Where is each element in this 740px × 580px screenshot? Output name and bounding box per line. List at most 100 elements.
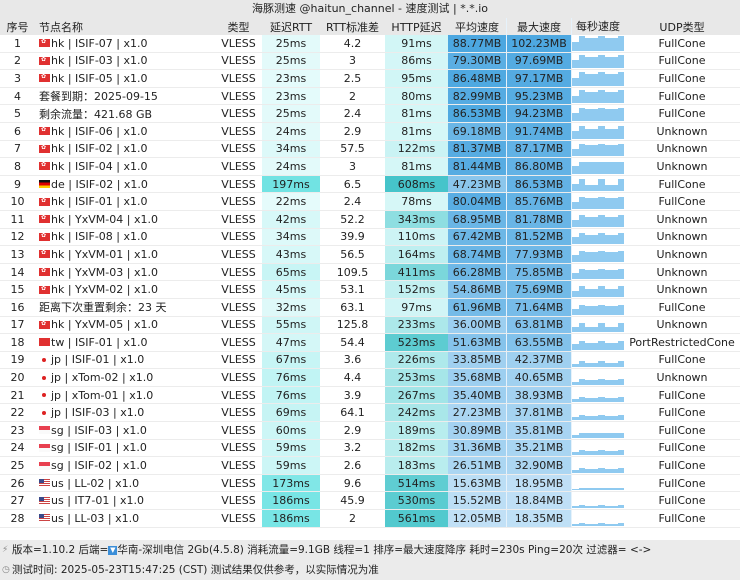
header-node-name[interactable]: 节点名称 [35, 18, 215, 35]
header-index[interactable]: 序号 [0, 18, 35, 35]
flag-hk-icon [39, 161, 50, 171]
cell-rtt: 45ms [262, 281, 320, 298]
flag-hk-icon [39, 267, 50, 277]
cell-http-delay: 189ms [385, 422, 448, 439]
table-row[interactable]: 15 hk | YxVM-02 | x1.0 VLESS 45ms 53.1 152ms5… [0, 281, 740, 299]
cell-max-speed: 35.21MB [507, 439, 572, 457]
cell-udp-type: Unknown [656, 283, 708, 297]
cell-type: VLESS [221, 423, 256, 437]
results-table: 1 hk | ISIF-07 | x1.0 VLESS 25ms 4.2 91ms88.7… [0, 35, 740, 528]
cell-avg-speed: 61.96MB [448, 298, 507, 316]
table-row[interactable]: 16 距离下次重置剩余：23 天 VLESS 32ms 63.1 97ms 61.96MB 7… [0, 298, 740, 317]
table-row[interactable]: 10 hk | ISIF-01 | x1.0 VLESS 22ms 2.4 78ms80.… [0, 193, 740, 211]
table-row[interactable]: 14 hk | YxVM-03 | x1.0 VLESS 65ms 109.5 411ms… [0, 263, 740, 282]
table-row[interactable]: 1 hk | ISIF-07 | x1.0 VLESS 25ms 4.2 91ms88.7… [0, 35, 740, 53]
cell-rtt: 22ms [262, 193, 320, 210]
cell-type: VLESS [221, 335, 256, 349]
cell-per-second-speed [572, 246, 624, 263]
cell-max-speed: 75.69MB [507, 281, 572, 298]
table-row[interactable]: 5 剩余流量：421.68 GB VLESS 25ms 2.4 81ms 86.53MB 94… [0, 105, 740, 123]
cell-http-delay: 81ms [385, 122, 448, 140]
header-max-speed[interactable]: 最大速度 [507, 18, 572, 35]
cell-rtt-std: 6.5 [343, 177, 362, 191]
cell-http-delay: 97ms [385, 298, 448, 316]
cell-http-delay: 343ms [385, 210, 448, 228]
table-row[interactable]: 25 sg | ISIF-02 | x1.0 VLESS 59ms 2.6 183ms 26… [0, 457, 740, 475]
cell-udp-type: Unknown [656, 265, 708, 279]
table-row[interactable]: 26 us | LL-02 | x1.0 VLESS 173ms 9.6 514ms 15.… [0, 474, 740, 493]
table-row[interactable]: 27 us | IT7-01 | x1.0 VLESS 186ms 45.9 530ms 1… [0, 492, 740, 511]
table-row[interactable]: 24 sg | ISIF-01 | x1.0 VLESS 59ms 3.2 182ms 31… [0, 439, 740, 458]
table-row[interactable]: 18 tw | ISIF-01 | x1.0 VLESS 47ms 54.4 523ms 5… [0, 334, 740, 352]
table-row[interactable]: 20 jp | xTom-02 | x1.0 VLESS 76ms 4.4 253ms 35… [0, 369, 740, 387]
table-row[interactable]: 19 jp | ISIF-01 | x1.0 VLESS 67ms 3.6 226ms 33… [0, 351, 740, 370]
header-http-delay[interactable]: HTTP延迟 [385, 18, 448, 35]
cell-node-name: us | IT7-01 | x1.0 [35, 492, 215, 509]
footer: ⚡ 版本=1.10.2 后端= ▼ 华南-深圳电信 2Gb(4.5.8) 消耗流量=9… [0, 540, 740, 580]
cell-http-delay: 80ms [385, 87, 448, 105]
flag-hk-icon [39, 56, 50, 65]
cell-type: VLESS [221, 318, 256, 332]
header-udp-type[interactable]: UDP类型 [624, 18, 740, 35]
cell-http-delay: 233ms [385, 316, 448, 334]
table-row[interactable]: 13 hk | YxVM-01 | x1.0 VLESS 43ms 56.5 164ms6… [0, 246, 740, 264]
cell-http-delay: 530ms [385, 492, 448, 510]
table-row[interactable]: 6 hk | ISIF-06 | x1.0 VLESS 24ms 2.9 81ms69.1… [0, 122, 740, 141]
cell-avg-speed: 15.52MB [448, 492, 507, 510]
table-row[interactable]: 4 套餐到期：2025-09-15 VLESS 23ms 2 80ms 82.99MB 95.… [0, 87, 740, 106]
cell-rtt: 197ms [262, 175, 320, 193]
cell-type: VLESS [221, 230, 256, 244]
header-rtt[interactable]: 延迟RTT [262, 18, 320, 35]
footer-info-line: ⚡ 版本=1.10.2 后端= ▼ 华南-深圳电信 2Gb(4.5.8) 消耗流量=9… [2, 540, 740, 560]
cell-rtt: 186ms [262, 492, 320, 510]
cell-per-second-speed [572, 492, 624, 509]
flag-hk-icon [39, 285, 50, 294]
cell-rtt-std: 63.1 [340, 300, 365, 314]
cell-index: 27 [10, 494, 25, 508]
cell-type: VLESS [221, 300, 256, 314]
cell-rtt-std: 45.9 [340, 494, 365, 508]
cell-index: 9 [14, 177, 21, 191]
cell-max-speed: 37.81MB [507, 404, 572, 422]
cell-index: 28 [10, 511, 25, 525]
table-row[interactable]: 8 hk | ISIF-04 | x1.0 VLESS 24ms 3 81ms81.44M… [0, 158, 740, 176]
cell-udp-type: Unknown [656, 212, 708, 226]
cell-max-speed: 75.85MB [507, 263, 572, 281]
cell-per-second-speed [572, 475, 624, 492]
table-row[interactable]: 17 hk | YxVM-05 | x1.0 VLESS 55ms 125.8 233ms… [0, 316, 740, 335]
cell-rtt: 24ms [262, 158, 320, 175]
cell-rtt: 65ms [262, 263, 320, 281]
table-row[interactable]: 21 jp | xTom-01 | x1.0 VLESS 76ms 3.9 267ms 35… [0, 386, 740, 405]
cell-udp-type: Unknown [656, 142, 708, 156]
table-row[interactable]: 28 us | LL-03 | x1.0 VLESS 186ms 2 561ms 12.05… [0, 510, 740, 528]
table-row[interactable]: 12 hk | ISIF-08 | x1.0 VLESS 34ms 39.9 110ms6… [0, 228, 740, 247]
cell-type: VLESS [221, 406, 256, 420]
cell-node-name: hk | YxVM-02 | x1.0 [35, 281, 215, 298]
cell-udp-type: Unknown [656, 247, 708, 261]
table-row[interactable]: 2 hk | ISIF-03 | x1.0 VLESS 25ms 3 86ms79.30M… [0, 52, 740, 71]
table-header: 序号 节点名称 类型 延迟RTT RTT标准差 HTTP延迟 平均速度 最大速度 每秒速度 UDP… [0, 18, 740, 35]
table-row[interactable]: 11 hk | YxVM-04 | x1.0 VLESS 42ms 52.2 343ms6… [0, 210, 740, 229]
cell-udp-type: FullCone [658, 54, 706, 68]
header-avg-speed[interactable]: 平均速度 [448, 18, 507, 35]
cell-rtt-std: 2 [349, 89, 356, 103]
table-row[interactable]: 7 hk | ISIF-02 | x1.0 VLESS 34ms 57.5 122ms81… [0, 140, 740, 159]
table-row[interactable]: 23 sg | ISIF-03 | x1.0 VLESS 60ms 2.9 189ms 30… [0, 422, 740, 440]
cell-max-speed: 63.81MB [507, 316, 572, 334]
header-type[interactable]: 类型 [215, 18, 262, 35]
cell-http-delay: 523ms [385, 334, 448, 351]
flag-hk-icon [39, 197, 50, 206]
cell-per-second-speed [572, 123, 624, 140]
cell-max-speed: 18.35MB [507, 510, 572, 527]
table-row[interactable]: 22 jp | ISIF-03 | x1.0 VLESS 69ms 64.1 242ms 2… [0, 404, 740, 423]
header-rtt-std[interactable]: RTT标准差 [320, 18, 385, 35]
footer-backend-text: 华南-深圳电信 2Gb(4.5.8) 消耗流量=9.1GB 线程=1 排序=最大… [117, 544, 652, 556]
cell-index: 1 [14, 36, 21, 50]
cell-avg-speed: 51.63MB [448, 334, 507, 351]
cell-per-second-speed [572, 70, 624, 87]
header-per-second-speed[interactable]: 每秒速度 [572, 18, 624, 35]
table-row[interactable]: 9 de | ISIF-02 | x1.0 VLESS 197ms 6.5 608ms 47… [0, 175, 740, 194]
cell-rtt-std: 2.4 [343, 107, 362, 121]
table-row[interactable]: 3 hk | ISIF-05 | x1.0 VLESS 23ms 2.5 95ms86.4… [0, 70, 740, 88]
cell-max-speed: 18.95MB [507, 474, 572, 492]
